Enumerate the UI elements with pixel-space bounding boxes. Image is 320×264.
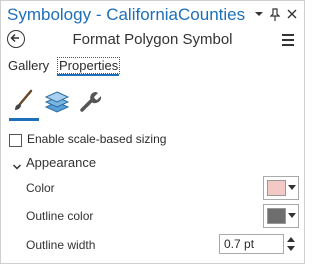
scale-based-sizing-label: Enable scale-based sizing	[27, 132, 167, 146]
scale-based-sizing-checkbox[interactable]	[9, 134, 22, 147]
outline-color-swatch	[267, 208, 286, 224]
fill-color-swatch	[267, 180, 286, 196]
color-picker-button[interactable]	[263, 176, 299, 200]
tab-properties[interactable]: Properties	[57, 57, 121, 74]
symbology-pane: Symbology - CaliforniaCounties Format Po…	[0, 0, 305, 264]
pane-title-bar: Symbology - CaliforniaCounties	[1, 1, 304, 29]
spin-down-icon[interactable]	[287, 246, 295, 251]
active-icon-tab-indicator	[9, 118, 39, 121]
pane-options-dropdown-icon[interactable]	[251, 4, 267, 24]
pin-icon[interactable]	[267, 4, 283, 24]
close-icon[interactable]	[284, 4, 300, 24]
appearance-section-title[interactable]: Appearance	[26, 155, 96, 170]
tab-gallery[interactable]: Gallery	[8, 58, 49, 73]
outline-width-input[interactable]	[219, 234, 284, 254]
pane-title: Symbology - CaliforniaCounties	[7, 5, 246, 24]
caret-down-icon	[288, 213, 296, 218]
layers-icon[interactable]	[44, 88, 70, 114]
color-label: Color	[26, 181, 55, 195]
caret-down-icon	[288, 185, 296, 190]
wrench-icon[interactable]	[77, 88, 103, 114]
spin-up-icon[interactable]	[287, 237, 295, 242]
outline-width-label: Outline width	[26, 238, 96, 252]
pane-subtitle: Format Polygon Symbol	[72, 31, 233, 48]
menu-icon[interactable]	[282, 34, 294, 49]
chevron-down-icon[interactable]	[12, 159, 22, 170]
outline-color-picker-button[interactable]	[263, 204, 299, 228]
active-tab-indicator	[57, 74, 119, 76]
outline-width-spinner[interactable]	[285, 234, 297, 254]
outline-color-label: Outline color	[26, 209, 94, 223]
paintbrush-icon[interactable]	[11, 88, 37, 114]
